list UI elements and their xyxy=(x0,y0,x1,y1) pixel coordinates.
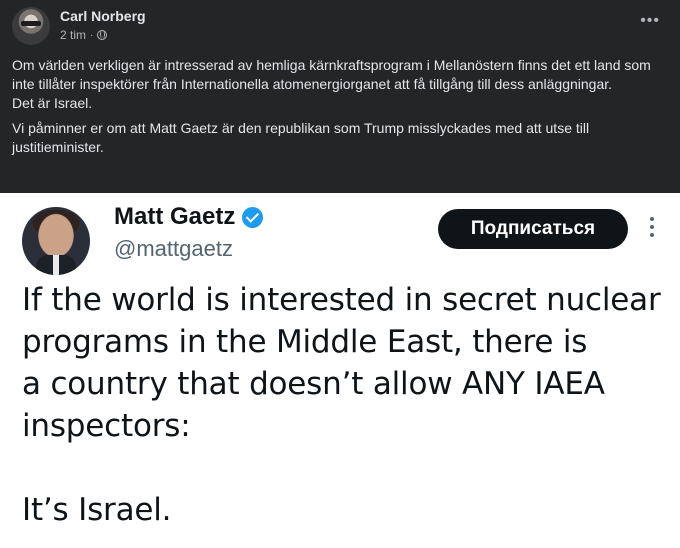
post-meta: 2 tim · xyxy=(60,28,108,42)
tweet-text-line: a country that doesn’t allow ANY IAEA xyxy=(22,366,605,402)
author-name[interactable]: Carl Norberg xyxy=(60,8,146,24)
post-timestamp[interactable]: 2 tim xyxy=(60,28,86,42)
facebook-post: Carl Norberg 2 tim · ••• Om världen verk… xyxy=(0,0,680,193)
meta-separator: · xyxy=(90,29,94,41)
post-paragraph: Vi påminner er om att Matt Gaetz är den … xyxy=(12,120,590,155)
post-text: Om världen verkligen är intresserad av h… xyxy=(12,56,672,157)
globe-icon[interactable] xyxy=(97,30,108,40)
tweet-display-name: Matt Gaetz xyxy=(114,203,236,230)
tweet-text-line: programs in the Middle East, there is xyxy=(22,324,588,360)
post-paragraph: Det är Israel. xyxy=(12,95,93,111)
tweet-text-line: inspectors: xyxy=(22,408,191,444)
more-vertical-icon xyxy=(650,217,654,237)
post-paragraph: Om världen verkligen är intresserad av h… xyxy=(12,57,651,92)
author-avatar[interactable] xyxy=(12,7,50,45)
tweet-handle: @mattgaetz xyxy=(114,236,233,261)
tweet-author-avatar xyxy=(22,207,90,275)
tweet-display-name-row: Matt Gaetz xyxy=(114,201,264,233)
tweet-text-line: It’s Israel. xyxy=(22,492,172,528)
more-horizontal-icon[interactable]: ••• xyxy=(640,12,660,30)
follow-button: Подписаться xyxy=(438,209,628,249)
tweet-text-line: If the world is interested in secret nuc… xyxy=(22,282,661,318)
verified-badge-icon xyxy=(242,206,264,228)
embedded-tweet-image: Matt Gaetz @mattgaetz Подписаться If the… xyxy=(0,193,680,548)
tweet-text: If the world is interested in secret nuc… xyxy=(22,279,662,531)
